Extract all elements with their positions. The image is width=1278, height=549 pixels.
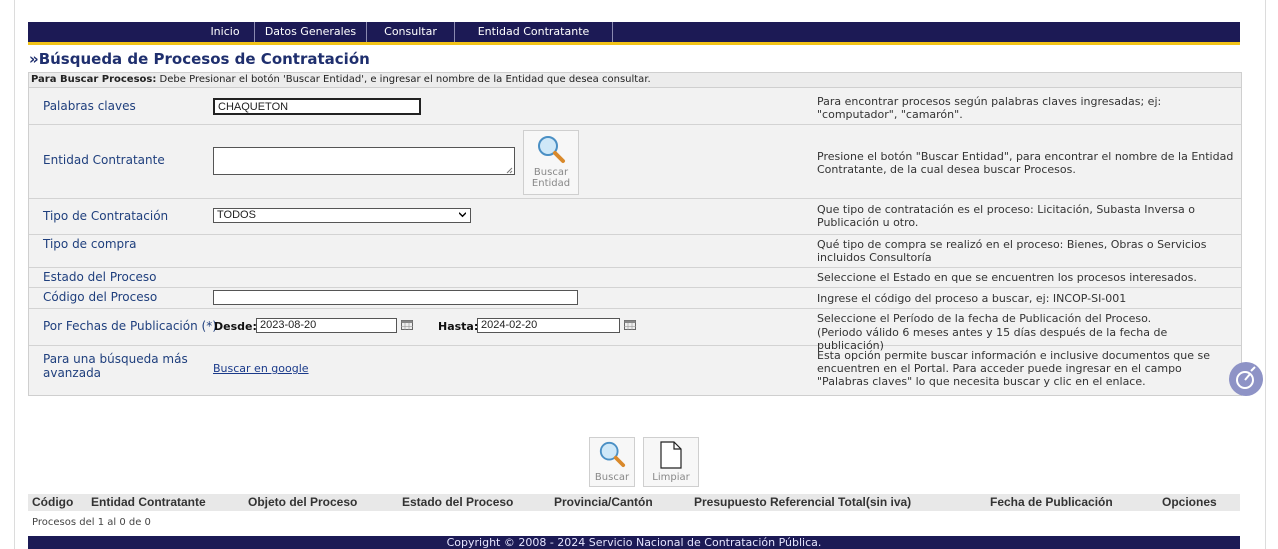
entity-help: Presione el botón "Buscar Entidad", para… [817,150,1234,176]
search-button-label: Buscar [594,472,630,483]
nav-accent-line [28,42,1240,45]
nav-consultar[interactable]: Consultar [367,22,455,42]
column-header: Entidad Contratante [91,495,206,509]
keywords-help: Para encontrar procesos según palabras c… [817,95,1162,121]
magnifier-icon [538,136,565,163]
footer-copyright: Copyright © 2008 - 2024 Servicio Naciona… [28,536,1240,549]
column-header: Provincia/Cantón [554,495,653,509]
row-advanced: Para una búsqueda más avanzada Buscar en… [29,346,1241,394]
contract-type-help: Que tipo de contratación es el proceso: … [817,203,1196,229]
search-form: Palabras claves CHAQUETON Para encontrar… [28,87,1242,396]
timer-icon [1236,366,1256,389]
calendar-icon[interactable] [624,320,636,330]
search-entity-button[interactable]: Buscar Entidad [523,130,579,195]
code-input[interactable] [213,290,578,305]
clear-button-label: Limpiar [652,472,690,483]
column-header: Opciones [1162,495,1217,509]
to-date-input[interactable]: 2024-02-20 [477,318,620,333]
purchase-type-label: Tipo de compra [43,237,137,251]
instructions-text: Debe Presionar el botón 'Buscar Entidad'… [156,74,651,85]
state-help: Seleccione el Estado en que se encuentre… [817,271,1197,284]
keywords-label: Palabras claves [43,99,136,113]
results-table-header: Código Entidad Contratante Objeto del Pr… [28,494,1240,511]
dates-help-1: Seleccione el Período de la fecha de Pub… [817,312,1152,325]
document-icon [660,441,682,469]
code-help: Ingrese el código del proceso a buscar, … [817,292,1127,305]
state-label: Estado del Proceso [43,270,157,284]
code-label: Código del Proceso [43,290,158,304]
row-dates: Por Fechas de Publicación (*) Desde: 202… [29,309,1241,352]
top-nav: Inicio Datos Generales Consultar Entidad… [28,22,1240,42]
from-label: Desde: [214,320,257,333]
contract-type-value: TODOS [217,209,256,221]
row-state: Estado del Proceso Seleccione el Estado … [29,268,1241,288]
contract-type-select[interactable]: TODOS [213,208,471,223]
advanced-help: Esta opción permite buscar información e… [817,349,1210,388]
entity-textarea[interactable] [213,147,515,175]
keywords-input[interactable]: CHAQUETON [213,98,421,115]
search-button[interactable]: Buscar [589,437,635,487]
clear-button[interactable]: Limpiar [643,437,699,487]
search-entity-label1: Buscar [533,167,569,178]
column-header: Código [32,495,74,509]
row-entity: Entidad Contratante Buscar Entidad Presi… [29,125,1241,199]
search-entity-label2: Entidad [531,178,571,189]
row-keywords: Palabras claves CHAQUETON Para encontrar… [29,88,1241,125]
chevron-down-icon [459,212,466,218]
from-date-input[interactable]: 2023-08-20 [256,318,397,333]
dates-label: Por Fechas de Publicación (*) [43,319,217,333]
row-purchase-type: Tipo de compra Qué tipo de compra se rea… [29,235,1241,268]
column-header: Estado del Proceso [402,495,514,509]
nav-datos-generales[interactable]: Datos Generales [255,22,367,42]
entity-label: Entidad Contratante [43,153,165,167]
magnifier-icon [599,441,626,468]
contract-type-label: Tipo de Contratación [43,209,169,223]
instructions-bold: Para Buscar Procesos: [31,74,157,85]
column-header: Presupuesto Referencial Total(sin iva) [694,495,912,509]
column-header: Objeto del Proceso [248,495,358,509]
nav-entidad-contratante[interactable]: Entidad Contratante [455,22,613,42]
nav-inicio[interactable]: Inicio [196,22,255,42]
page-title: »Búsqueda de Procesos de Contratación [29,50,370,68]
advanced-label: Para una búsqueda más avanzada [43,352,188,380]
resize-handle-icon [506,167,513,174]
row-contract-type: Tipo de Contratación TODOS Que tipo de c… [29,199,1241,235]
purchase-type-help: Qué tipo de compra se realizó en el proc… [817,238,1207,264]
column-header: Fecha de Publicación [990,495,1113,509]
calendar-icon[interactable] [401,320,413,330]
google-search-link[interactable]: Buscar en google [213,362,309,375]
to-label: Hasta: [438,320,479,333]
row-code: Código del Proceso Ingrese el código del… [29,288,1241,309]
instructions: Para Buscar Procesos: Debe Presionar el … [28,72,1242,88]
results-count: Procesos del 1 al 0 de 0 [32,517,151,528]
floating-action-button[interactable] [1229,362,1263,396]
